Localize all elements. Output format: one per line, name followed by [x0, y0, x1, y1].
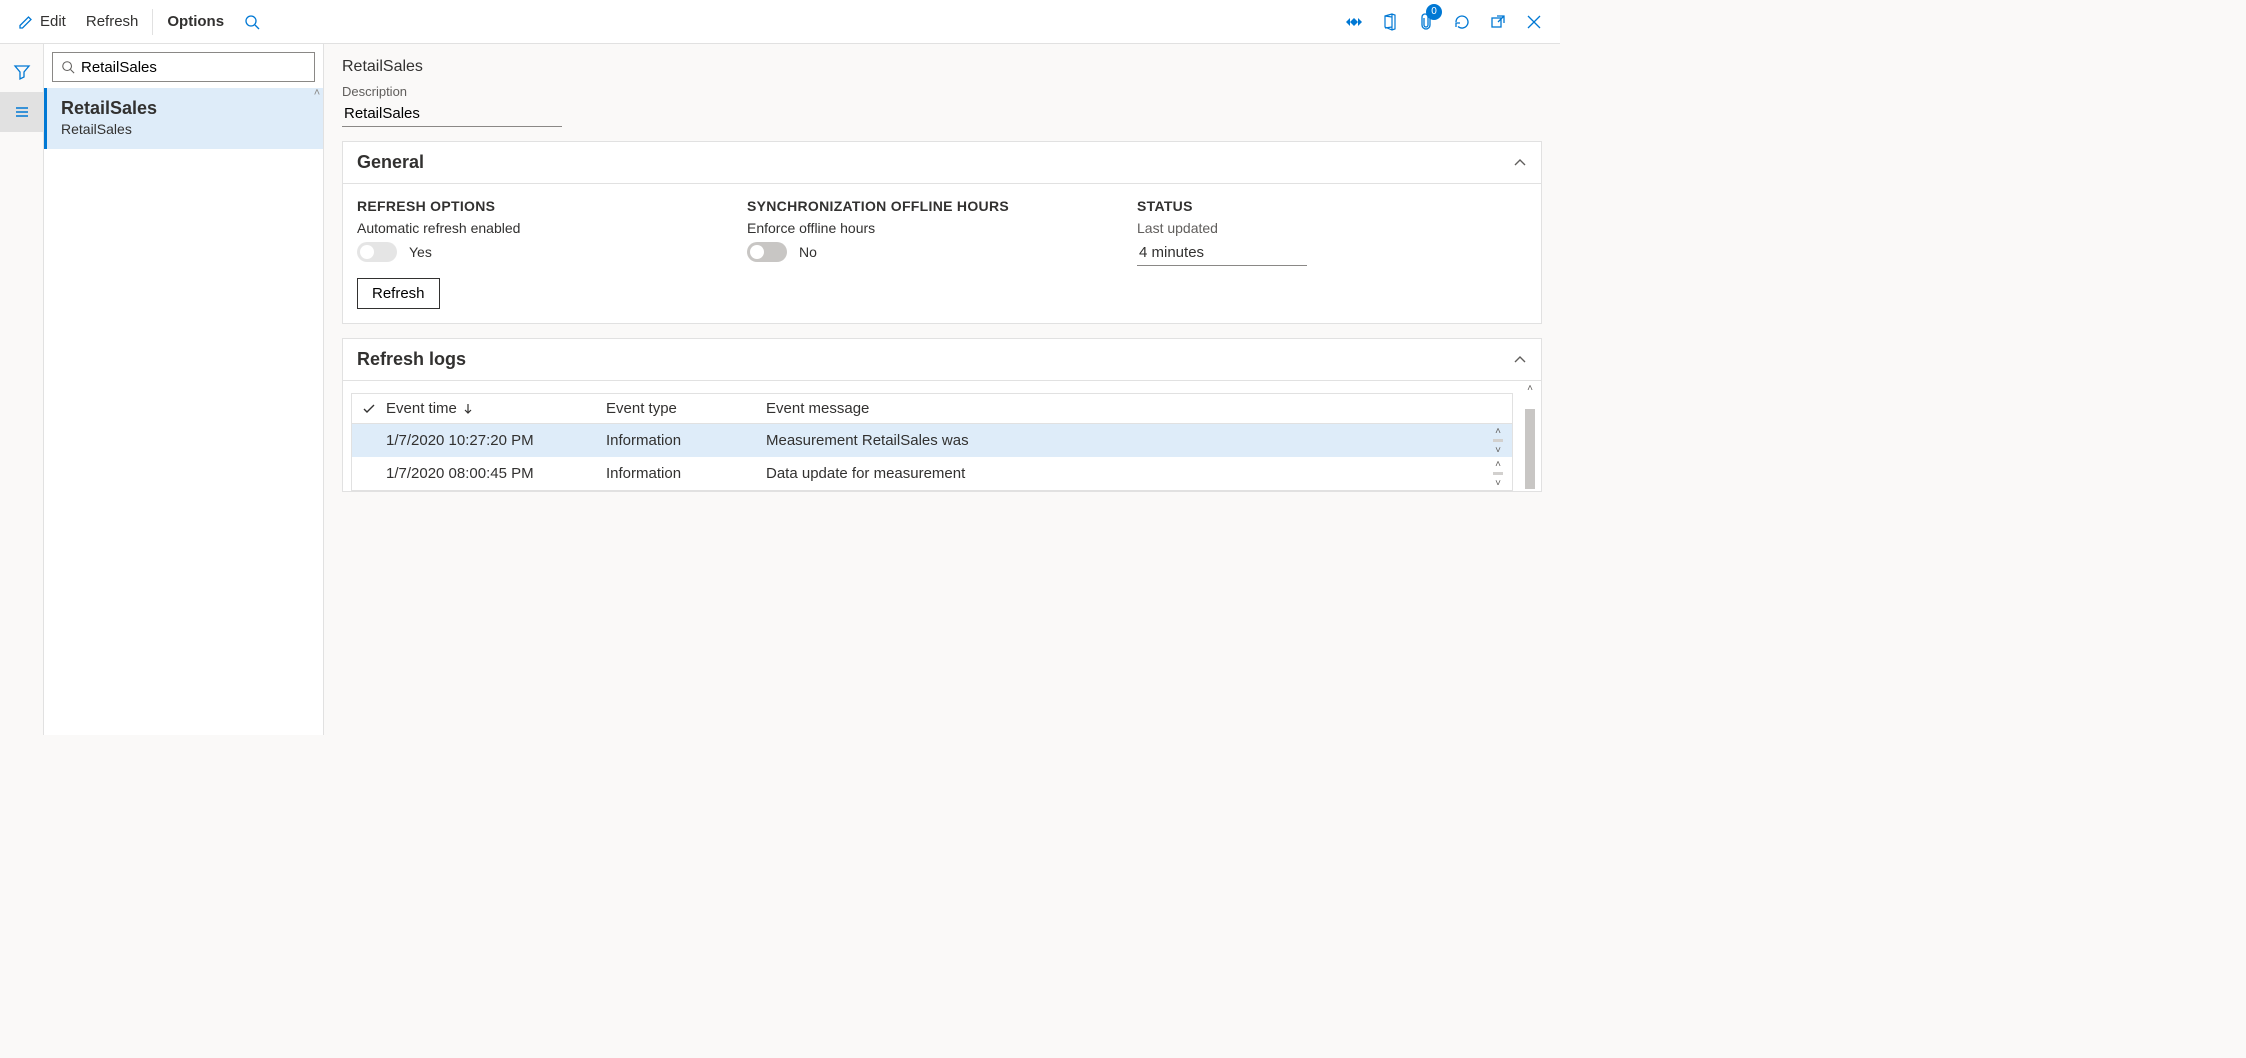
list-scrollbar[interactable]: ˄ [311, 86, 323, 735]
nav-rail [0, 44, 44, 735]
table-row[interactable]: 1/7/2020 10:27:20 PM Information Measure… [352, 424, 1512, 457]
refresh-label: Refresh [86, 13, 139, 30]
chevron-up-icon [1513, 156, 1527, 170]
status-heading: STATUS [1137, 198, 1507, 214]
logs-grid: Event time Event type Event message 1/7/… [351, 393, 1513, 491]
list-icon [13, 103, 31, 121]
list-search[interactable] [52, 52, 315, 82]
sort-down-icon [463, 403, 473, 415]
search-button[interactable] [234, 0, 270, 43]
list-pane: RetailSales RetailSales ˄ [44, 44, 324, 735]
cell-msg: Measurement RetailSales was [766, 432, 1512, 449]
cell-type: Information [606, 465, 766, 482]
auto-refresh-label: Automatic refresh enabled [357, 220, 727, 236]
logs-grid-header: Event time Event type Event message [352, 394, 1512, 424]
integration-button[interactable] [1336, 0, 1372, 43]
cell-msg: Data update for measurement [766, 465, 1512, 482]
cell-time: 1/7/2020 10:27:20 PM [386, 432, 606, 449]
scroll-thumb[interactable] [1525, 409, 1535, 489]
status-col: STATUS Last updated 4 minutes [1137, 198, 1527, 309]
scroll-up-icon[interactable]: ˄ [314, 86, 320, 100]
sync-col: SYNCHRONIZATION OFFLINE HOURS Enforce of… [747, 198, 1137, 309]
refresh-logs-header[interactable]: Refresh logs [343, 339, 1541, 380]
check-icon [362, 402, 376, 416]
popout-button[interactable] [1480, 0, 1516, 43]
cell-type: Information [606, 432, 766, 449]
options-button[interactable]: Options [157, 0, 234, 43]
list-item[interactable]: RetailSales RetailSales [44, 88, 323, 149]
refresh-action-button[interactable]: Refresh [357, 278, 440, 309]
row-stepper[interactable]: ˄ ˅ [1490, 457, 1506, 490]
options-label: Options [167, 13, 224, 30]
filter-button[interactable] [0, 52, 44, 92]
close-icon [1526, 14, 1542, 30]
pencil-icon [18, 14, 34, 30]
refresh-logs-card: Refresh logs Event time Event type Ev [342, 338, 1542, 492]
close-button[interactable] [1516, 0, 1552, 43]
last-updated-value: 4 minutes [1137, 242, 1307, 266]
page-title: RetailSales [342, 58, 1542, 76]
popout-icon [1490, 14, 1506, 30]
attachments-badge: 0 [1426, 4, 1442, 20]
enforce-offline-label: Enforce offline hours [747, 220, 1117, 236]
description-label: Description [342, 84, 1542, 99]
step-down-icon[interactable]: ˅ [1490, 476, 1506, 490]
edit-label: Edit [40, 13, 66, 30]
step-up-icon[interactable]: ˄ [1490, 424, 1506, 438]
col-event-type[interactable]: Event type [606, 400, 766, 417]
funnel-icon [13, 63, 31, 81]
refresh-options-col: REFRESH OPTIONS Automatic refresh enable… [357, 198, 747, 309]
list-item-title: RetailSales [61, 98, 309, 119]
diamond-icon [1345, 13, 1363, 31]
edit-button[interactable]: Edit [8, 0, 76, 43]
general-card: General REFRESH OPTIONS Automatic refres… [342, 141, 1542, 324]
enforce-offline-toggle[interactable] [747, 242, 787, 262]
enforce-offline-value: No [799, 244, 817, 260]
step-track [1493, 472, 1503, 475]
attachments-button[interactable]: 0 [1408, 0, 1444, 43]
cell-time: 1/7/2020 08:00:45 PM [386, 465, 606, 482]
chevron-up-icon [1513, 353, 1527, 367]
step-track [1493, 439, 1503, 442]
office-icon [1382, 13, 1398, 31]
auto-refresh-toggle[interactable] [357, 242, 397, 262]
scroll-up-icon[interactable]: ˄ [1523, 381, 1537, 395]
col-event-time[interactable]: Event time [386, 400, 606, 417]
list-view-button[interactable] [0, 92, 44, 132]
reload-button[interactable] [1444, 0, 1480, 43]
last-updated-label: Last updated [1137, 220, 1507, 236]
general-heading: General [357, 152, 424, 173]
step-down-icon[interactable]: ˅ [1490, 443, 1506, 457]
col-event-message[interactable]: Event message [766, 400, 1512, 417]
search-icon [244, 14, 260, 30]
sync-heading: SYNCHRONIZATION OFFLINE HOURS [747, 198, 1117, 214]
description-field[interactable] [342, 103, 562, 127]
toolbar-separator [152, 9, 153, 35]
refresh-options-heading: REFRESH OPTIONS [357, 198, 727, 214]
general-header[interactable]: General [343, 142, 1541, 183]
row-stepper[interactable]: ˄ ˅ [1490, 424, 1506, 457]
reload-icon [1453, 13, 1471, 31]
auto-refresh-value: Yes [409, 244, 432, 260]
refresh-logs-heading: Refresh logs [357, 349, 466, 370]
col-event-time-label: Event time [386, 400, 457, 417]
logs-scrollbar[interactable]: ˄ [1523, 381, 1537, 491]
toolbar: Edit Refresh Options 0 [0, 0, 1560, 44]
list-search-input[interactable] [81, 59, 306, 76]
search-icon [61, 60, 75, 74]
detail-pane: RetailSales Description General REFRESH … [324, 44, 1560, 735]
select-all-checkbox[interactable] [352, 400, 386, 416]
list-item-subtitle: RetailSales [61, 121, 309, 137]
step-up-icon[interactable]: ˄ [1490, 457, 1506, 471]
refresh-button[interactable]: Refresh [76, 0, 149, 43]
office-button[interactable] [1372, 0, 1408, 43]
table-row[interactable]: 1/7/2020 08:00:45 PM Information Data up… [352, 457, 1512, 490]
